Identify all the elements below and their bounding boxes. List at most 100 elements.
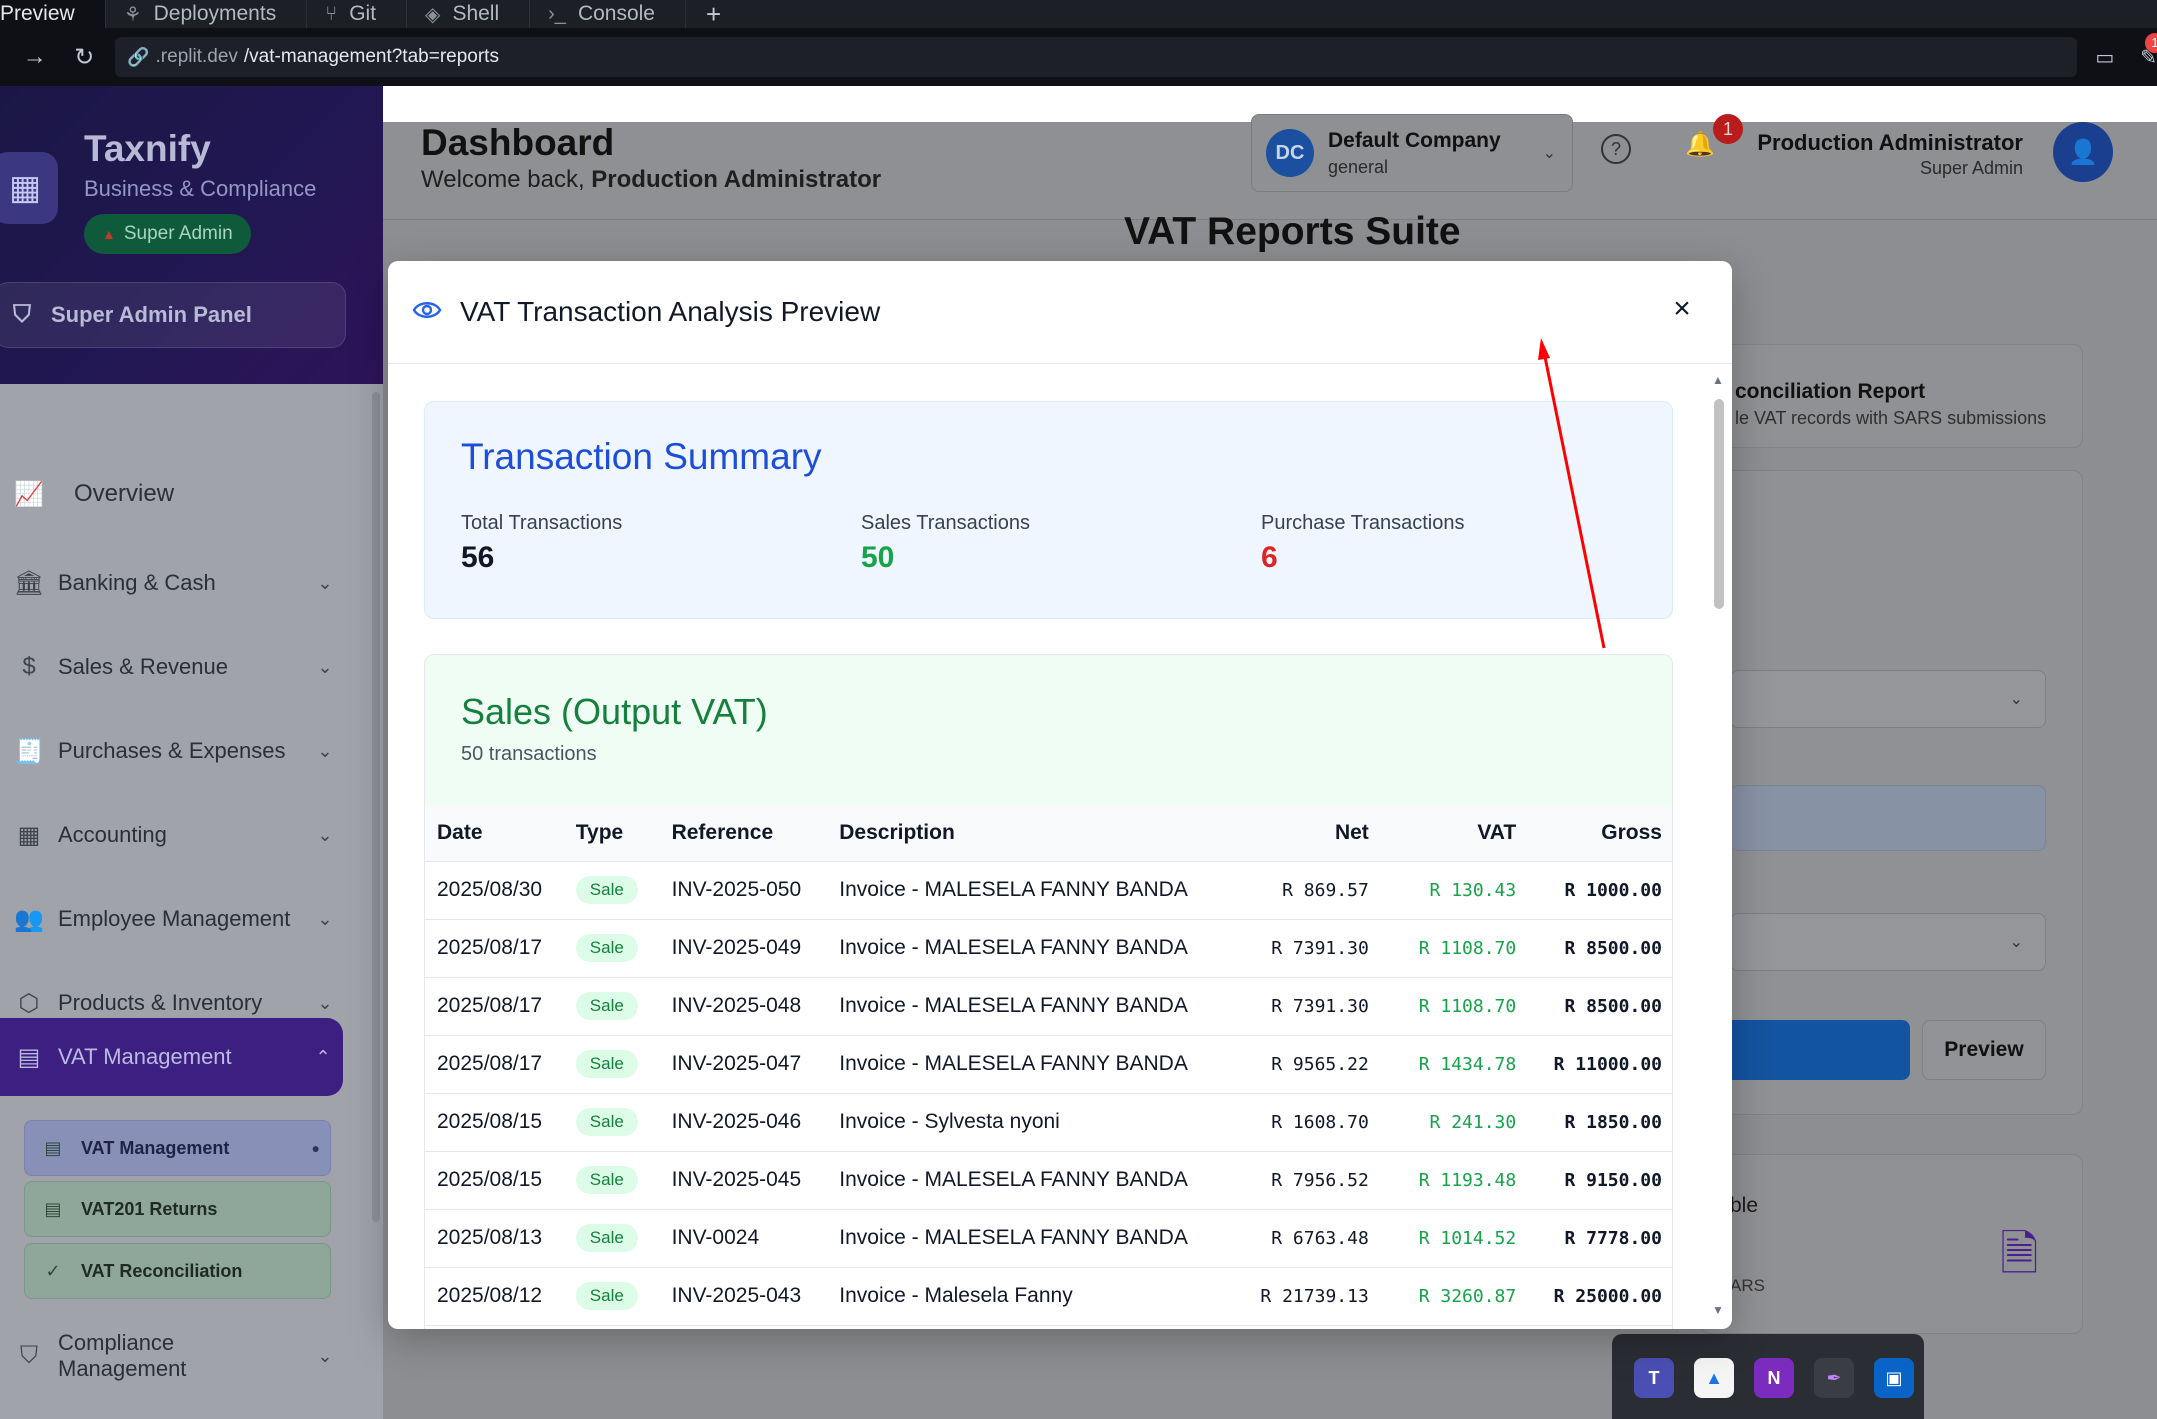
cell-reference: INV-2025-049 xyxy=(659,919,828,978)
cell-net: R 7391.30 xyxy=(1199,919,1381,978)
type-badge: Sale xyxy=(575,992,638,1020)
type-badge: Sale xyxy=(575,876,638,904)
dollar-icon: $ xyxy=(22,653,36,680)
url-path: /vat-management?tab=reports xyxy=(243,46,499,67)
cell-vat: R 241.30 xyxy=(1380,1093,1529,1152)
bell-icon[interactable]: 🔔 xyxy=(1685,130,1715,159)
subitem-vat-reconciliation[interactable]: ✓ VAT Reconciliation xyxy=(24,1243,331,1299)
col-date[interactable]: Date xyxy=(425,805,564,862)
cell-vat: R 3260.87 xyxy=(1380,1267,1529,1326)
close-icon[interactable]: × xyxy=(1664,291,1700,327)
sales-heading: Sales (Output VAT) xyxy=(461,691,768,732)
chevron-down-icon: ⌄ xyxy=(317,572,333,593)
notification-badge: 1 xyxy=(1713,114,1743,144)
table-header-row: Date Type Reference Description Net VAT … xyxy=(425,805,1672,862)
cell-date: 2025/08/13 xyxy=(425,1209,564,1268)
format-select[interactable]: ⌄ xyxy=(1730,913,2046,971)
cell-date: 2025/08/15 xyxy=(425,1151,564,1210)
sidebar-item-compliance[interactable]: ⛉ Compliance Management ⌄ xyxy=(0,1326,345,1386)
col-description[interactable]: Description xyxy=(827,805,1200,862)
tab-git[interactable]: ⑂ Git xyxy=(307,0,408,28)
table-row[interactable]: 2025/08/17 Sale INV-2025-049 Invoice - MALE… xyxy=(425,919,1672,978)
cell-gross: R 8500.00 xyxy=(1528,919,1672,978)
cell-vat: R 1434.78 xyxy=(1380,1035,1529,1094)
new-tab-button[interactable]: + xyxy=(686,0,741,30)
tab-deployments[interactable]: ⚘ Deployments xyxy=(106,0,308,28)
sidebar-item-employees[interactable]: 👥 Employee Management ⌄ xyxy=(0,889,345,949)
devices-icon[interactable]: ▭ xyxy=(2095,45,2114,70)
cell-vat: R 1108.70 xyxy=(1380,977,1529,1036)
cell-net: R 9565.22 xyxy=(1199,1035,1381,1094)
table-row[interactable]: 2025/08/12 Sale INV-2025-043 Invoice - Male… xyxy=(425,1267,1672,1326)
cell-type: Sale xyxy=(563,1209,660,1268)
subitem-vat201-returns[interactable]: ▤ VAT201 Returns xyxy=(24,1181,331,1237)
cell-description: Invoice - MALESELA FANNY BANDA xyxy=(827,977,1200,1036)
tab-preview[interactable]: Preview xyxy=(0,0,106,28)
cell-type: Sale xyxy=(563,1267,660,1326)
onenote-icon[interactable]: N xyxy=(1754,1358,1794,1398)
sidebar-item-purchases[interactable]: 🧾 Purchases & Expenses ⌄ xyxy=(0,721,345,781)
scroll-up-arrow-icon[interactable]: ▲ xyxy=(1712,373,1724,387)
cell-date: 2025/08/30 xyxy=(425,861,564,920)
tab-shell[interactable]: ◈ Shell xyxy=(407,0,531,28)
scroll-down-arrow-icon[interactable]: ▼ xyxy=(1712,1303,1724,1317)
chart-line-icon: 📈 xyxy=(14,480,44,508)
cell-description: Invoice - MALESELA FANNY BANDA xyxy=(827,919,1200,978)
chevron-down-icon: ⌄ xyxy=(317,1345,333,1366)
modal-title: VAT Transaction Analysis Preview xyxy=(460,296,881,327)
sidebar-scrollbar[interactable] xyxy=(372,392,380,1222)
generate-button[interactable] xyxy=(1730,1020,1910,1080)
cell-gross: R 1850.00 xyxy=(1528,1093,1672,1152)
sidebar-item-overview[interactable]: 📈 Overview xyxy=(0,464,345,524)
modal-scrollbar-thumb[interactable] xyxy=(1714,399,1724,609)
col-reference[interactable]: Reference xyxy=(659,805,828,862)
users-icon: 👥 xyxy=(14,905,44,933)
reload-icon[interactable]: ↻ xyxy=(60,43,110,72)
report-type-select[interactable]: ⌄ xyxy=(1730,670,2046,728)
cell-reference: INV-2025-043 xyxy=(659,1267,828,1326)
chrome-notif-badge: 1 xyxy=(2145,32,2157,53)
link-icon: 🔗 xyxy=(127,46,150,67)
forward-icon[interactable]: → xyxy=(10,43,60,71)
sidebar-item-banking[interactable]: 🏛 Banking & Cash ⌄ xyxy=(0,553,345,613)
user-avatar-icon[interactable]: 👤 xyxy=(2053,122,2113,182)
date-range-input[interactable] xyxy=(1730,785,2046,851)
col-type[interactable]: Type xyxy=(563,805,660,862)
table-row[interactable]: 2025/08/30 Sale INV-2025-050 Invoice - MALE… xyxy=(425,861,1672,920)
help-icon[interactable]: ? xyxy=(1601,134,1631,164)
col-net[interactable]: Net xyxy=(1199,805,1381,862)
company-selector[interactable]: DC Default Company general ⌄ xyxy=(1251,114,1573,192)
tab-console[interactable]: ›_ Console xyxy=(530,0,686,28)
teams-icon[interactable]: T xyxy=(1634,1358,1674,1398)
sidebar-item-vat[interactable]: ▤ VAT Management ⌃ xyxy=(0,1018,343,1096)
active-dot: ● xyxy=(311,1140,320,1156)
sidebar-item-sales[interactable]: $ Sales & Revenue ⌄ xyxy=(0,637,345,697)
preview-button[interactable]: Preview xyxy=(1922,1020,2046,1080)
table-row[interactable]: 2025/08/15 Sale INV-2025-046 Invoice - Sylv… xyxy=(425,1093,1672,1152)
deploy-icon: ⚘ xyxy=(123,3,142,26)
vat-analysis-modal: VAT Transaction Analysis Preview × ▲ ▼ T… xyxy=(388,261,1732,1329)
table-row[interactable]: 2025/08/17 Sale INV-2025-048 Invoice - MALE… xyxy=(425,977,1672,1036)
address-field[interactable]: 🔗 .replit.dev/vat-management?tab=reports xyxy=(115,37,2078,77)
table-row[interactable]: 2025/08/15 Sale INV-2025-045 Invoice - MALE… xyxy=(425,1151,1672,1210)
google-drive-icon[interactable]: ▲ xyxy=(1694,1358,1734,1398)
subitem-vat-management[interactable]: ▤ VAT Management ● xyxy=(24,1120,331,1176)
table-row[interactable]: 2025/08/17 Sale INV-2025-047 Invoice - MALE… xyxy=(425,1035,1672,1094)
store-icon[interactable]: ▣ xyxy=(1874,1358,1914,1398)
cell-description: Invoice - MALESELA FANNY BANDA xyxy=(827,1035,1200,1094)
cell-net: R 869.57 xyxy=(1199,861,1381,920)
cell-type: Sale xyxy=(563,1151,660,1210)
file-icon: ▤ xyxy=(17,1043,41,1071)
col-gross[interactable]: Gross xyxy=(1528,805,1672,862)
cell-type: Sale xyxy=(563,919,660,978)
document-icon: 🗎 xyxy=(2000,1228,2039,1281)
receipt-icon: 🧾 xyxy=(14,737,44,765)
super-admin-panel-button[interactable]: ⛉ Super Admin Panel xyxy=(0,282,346,348)
feather-icon[interactable]: ✒ xyxy=(1814,1358,1854,1398)
shield-icon: ⛉ xyxy=(20,1342,38,1369)
shell-icon: ◈ xyxy=(425,3,441,26)
table-row[interactable]: 2025/08/13 Sale INV-0024 Invoice - MALESELA… xyxy=(425,1209,1672,1268)
col-vat[interactable]: VAT xyxy=(1380,805,1529,862)
sidebar-item-accounting[interactable]: ▦ Accounting ⌄ xyxy=(0,805,345,865)
bank-icon: 🏛 xyxy=(13,569,45,597)
